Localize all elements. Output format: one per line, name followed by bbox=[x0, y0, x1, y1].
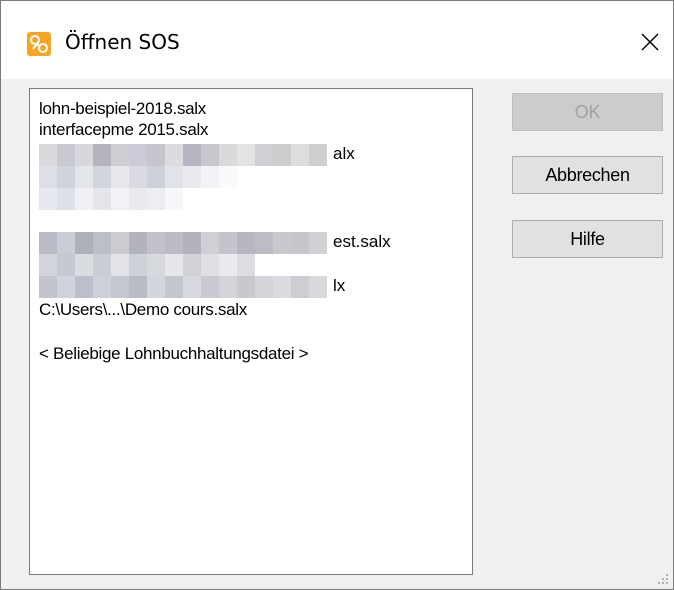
blurred-file-name bbox=[39, 166, 329, 188]
blurred-file-name bbox=[39, 232, 329, 254]
list-item[interactable]: lx bbox=[333, 276, 345, 296]
list-item[interactable]: est.salx bbox=[333, 232, 391, 252]
help-button[interactable]: Hilfe bbox=[512, 220, 663, 258]
close-icon bbox=[641, 33, 659, 51]
open-dialog-window: Öffnen SOS lohn-beispiel-2018.salx inter… bbox=[0, 0, 674, 590]
list-item[interactable]: lohn-beispiel-2018.salx bbox=[39, 99, 206, 119]
list-item[interactable]: C:\Users\...\Demo cours.salx bbox=[39, 300, 247, 320]
blurred-file-name bbox=[39, 144, 329, 166]
blurred-file-name bbox=[39, 188, 329, 210]
window-title: Öffnen SOS bbox=[65, 30, 180, 54]
list-item[interactable]: alx bbox=[333, 144, 355, 164]
recent-files-list[interactable]: lohn-beispiel-2018.salx interfacepme 201… bbox=[29, 88, 473, 575]
list-item[interactable]: interfacepme 2015.salx bbox=[39, 120, 208, 140]
dialog-content: lohn-beispiel-2018.salx interfacepme 201… bbox=[1, 79, 673, 589]
close-button[interactable] bbox=[631, 25, 669, 59]
sos-app-icon bbox=[27, 32, 51, 56]
blurred-file-name bbox=[39, 254, 329, 276]
ok-button[interactable]: OK bbox=[512, 93, 663, 131]
cancel-button[interactable]: Abbrechen bbox=[512, 156, 663, 194]
list-item[interactable]: < Beliebige Lohnbuchhaltungsdatei > bbox=[39, 344, 309, 364]
title-bar[interactable]: Öffnen SOS bbox=[1, 1, 673, 79]
resize-grip-icon[interactable] bbox=[657, 573, 669, 585]
blurred-file-name bbox=[39, 276, 329, 298]
